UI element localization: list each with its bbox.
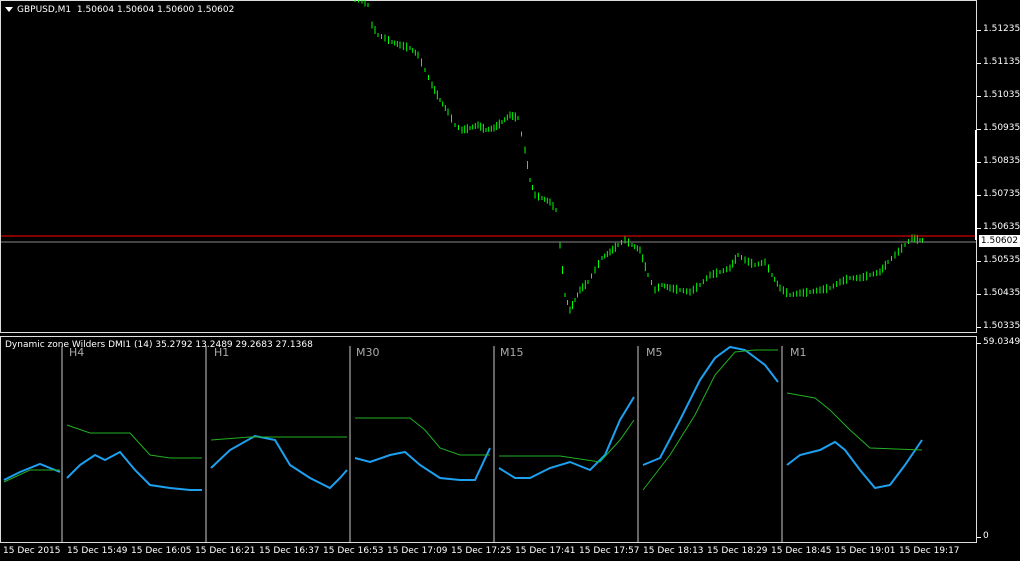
price-tick: 1.50735 (976, 189, 1020, 199)
price-tick: 1.50535 (976, 255, 1020, 265)
symbol-label: GBPUSD,M1 (17, 5, 72, 15)
time-label: 15 Dec 2015 (3, 546, 61, 556)
time-label: 15 Dec 16:53 (323, 546, 384, 556)
time-label: 15 Dec 16:21 (195, 546, 256, 556)
time-label: 15 Dec 19:17 (899, 546, 960, 556)
minus-di-line (642, 349, 778, 491)
plus-di-line (642, 345, 779, 466)
price-tick: 1.50335 (976, 321, 1020, 331)
plus-di-line (354, 447, 491, 481)
time-label: 15 Dec 17:09 (387, 546, 448, 556)
chart-canvas (1, 0, 977, 542)
tf-label-h4: H4 (69, 346, 85, 359)
minus-di-line (786, 392, 923, 451)
symbol-title[interactable]: GBPUSD,M1 1.50604 1.50604 1.50600 1.5060… (5, 5, 234, 15)
time-label: 15 Dec 18:45 (771, 546, 832, 556)
time-label: 15 Dec 18:29 (707, 546, 768, 556)
time-label: 15 Dec 19:01 (835, 546, 896, 556)
time-label: 15 Dec 17:41 (515, 546, 576, 556)
time-label: 15 Dec 17:25 (451, 546, 512, 556)
indicator-axis-top: 59.0349 (976, 337, 1020, 347)
indicator-title: Dynamic zone Wilders DMI1 (14) 35.2792 1… (5, 340, 313, 350)
tf-label-m5: M5 (646, 346, 663, 359)
plus-di-line (498, 396, 635, 479)
ohlc-values: 1.50604 1.50604 1.50600 1.50602 (76, 5, 235, 15)
plus-di-line (210, 434, 348, 490)
minus-di-line (499, 419, 635, 463)
minus-di-line (210, 436, 347, 441)
tf-label-m30: M30 (356, 346, 380, 359)
chevron-down-icon[interactable] (5, 7, 13, 12)
time-label: 15 Dec 15:49 (67, 546, 128, 556)
minus-di-line (66, 424, 202, 459)
price-axis[interactable]: 1.51235 1.51135 1.51035 1.50935 1.50835 … (976, 0, 1020, 561)
minus-di-line (355, 417, 490, 456)
tf-label-m1: M1 (790, 346, 807, 359)
price-tick: 1.50935 (976, 123, 1020, 133)
time-label: 15 Dec 18:13 (643, 546, 704, 556)
plus-di-line (786, 439, 923, 490)
time-label: 15 Dec 16:05 (131, 546, 192, 556)
time-label: 15 Dec 16:37 (259, 546, 320, 556)
tf-label-m15: M15 (500, 346, 524, 359)
tf-label-h1: H1 (214, 346, 230, 359)
price-tick: 1.51135 (976, 57, 1020, 67)
time-label: 15 Dec 17:57 (579, 546, 640, 556)
price-tick: 1.50835 (976, 156, 1020, 166)
current-price-label: 1.50602 (979, 235, 1020, 247)
price-tick: 1.51035 (976, 90, 1020, 100)
price-tick: 1.51235 (976, 24, 1020, 34)
price-tick: 1.50435 (976, 288, 1020, 298)
price-tick: 1.50635 (976, 222, 1020, 232)
indicator-axis-bottom: 0 (977, 531, 989, 541)
